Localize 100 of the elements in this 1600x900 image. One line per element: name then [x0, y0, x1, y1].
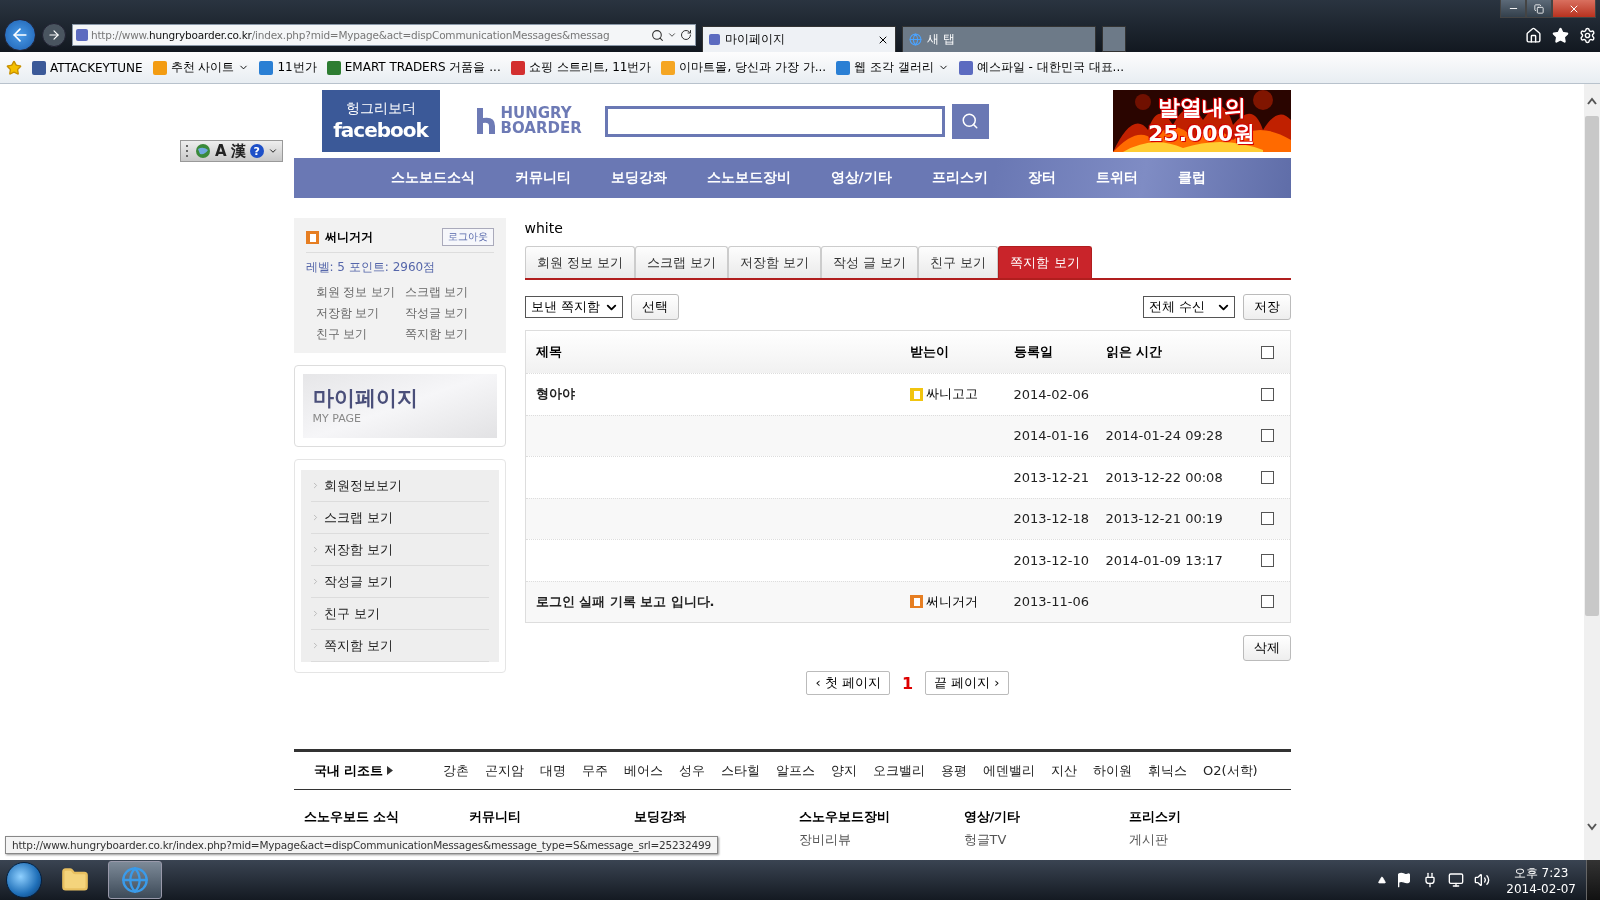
- menu-item[interactable]: 작성글 보기: [310, 566, 489, 598]
- resort-link[interactable]: 무주: [582, 761, 609, 780]
- favorite-link[interactable]: 11번가: [277, 59, 317, 76]
- nav-link[interactable]: 보딩강좌: [610, 169, 667, 187]
- resort-link[interactable]: 하이원: [1093, 761, 1133, 780]
- menu-item[interactable]: 쪽지함 보기: [310, 630, 489, 662]
- checkbox[interactable]: [1261, 512, 1274, 526]
- resort-link[interactable]: 대명: [540, 761, 567, 780]
- new-tab-button[interactable]: [1102, 26, 1126, 52]
- checkbox[interactable]: [1261, 470, 1274, 484]
- checkbox[interactable]: [1261, 345, 1274, 359]
- star-icon[interactable]: [1552, 26, 1569, 44]
- tab[interactable]: 쪽지함 보기: [998, 246, 1092, 278]
- resort-link[interactable]: O2(서학): [1203, 761, 1258, 780]
- nav-link[interactable]: 커뮤니티: [514, 169, 571, 187]
- nav-link[interactable]: 스노보드장비: [706, 169, 791, 187]
- favorite-link[interactable]: ATTACKEYTUNE: [50, 60, 143, 75]
- start-button[interactable]: [6, 862, 42, 898]
- tray-expand-icon[interactable]: [1378, 876, 1387, 884]
- settings-icon[interactable]: [1579, 26, 1596, 44]
- tab[interactable]: 저장함 보기: [727, 246, 822, 278]
- checkbox[interactable]: [1261, 553, 1274, 567]
- close-button[interactable]: [1552, 0, 1596, 18]
- resort-link[interactable]: 강촌: [443, 761, 470, 780]
- help-button[interactable]: ?: [249, 144, 264, 158]
- message-title[interactable]: 로그인 실패 기록 보고 입니다.: [535, 592, 910, 611]
- menu-item[interactable]: 회원정보보기: [310, 470, 489, 502]
- input-mode-button[interactable]: 漢: [230, 141, 246, 161]
- favorite-link[interactable]: 추천 사이트: [170, 59, 235, 76]
- menu-item[interactable]: 스크랩 보기: [310, 502, 489, 534]
- profile-link[interactable]: 친구 보기: [315, 326, 405, 343]
- search-button[interactable]: [951, 103, 989, 139]
- resort-link[interactable]: 양지: [831, 761, 858, 780]
- tab[interactable]: 스크랩 보기: [634, 246, 728, 278]
- facebook-logo[interactable]: 헝그리보더 facebook: [321, 90, 440, 152]
- resort-link[interactable]: 스타힐: [721, 761, 761, 780]
- back-button[interactable]: [4, 19, 36, 51]
- browser-tab[interactable]: 마이페이지: [702, 26, 896, 52]
- footer-link[interactable]: 헝글TV: [963, 831, 1129, 849]
- profile-link[interactable]: 스크랩 보기: [404, 284, 494, 301]
- resort-link[interactable]: 알프스: [776, 761, 816, 780]
- folder-select[interactable]: 보낸 쪽지함: [524, 296, 623, 318]
- profile-link[interactable]: 회원 정보 보기: [315, 284, 405, 301]
- delete-button[interactable]: 삭제: [1242, 635, 1291, 661]
- show-desktop-button[interactable]: [1586, 860, 1600, 900]
- nav-link[interactable]: 클럽: [1177, 169, 1206, 187]
- site-logo[interactable]: HUNGRY BOARDER: [474, 106, 582, 136]
- checkbox[interactable]: [1261, 429, 1274, 443]
- home-icon[interactable]: [1525, 26, 1542, 44]
- favorite-link[interactable]: 이마트몰, 당신과 가장 가...: [679, 59, 827, 76]
- footer-heading[interactable]: 스노우보드 소식: [303, 808, 469, 826]
- ad-banner[interactable]: 발열내의 25.000원: [1112, 90, 1291, 152]
- footer-heading[interactable]: 프리스키: [1128, 808, 1294, 826]
- flag-icon[interactable]: [1396, 872, 1413, 888]
- page-number[interactable]: 1: [901, 673, 914, 693]
- browser-tab[interactable]: 새 탭: [902, 26, 1096, 52]
- footer-heading[interactable]: 영상/기타: [963, 808, 1129, 826]
- footer-heading[interactable]: 커뮤니티: [468, 808, 634, 826]
- clock[interactable]: 오후 7:23 2014-02-07: [1506, 864, 1576, 896]
- select-button[interactable]: 선택: [630, 294, 679, 320]
- footer-heading[interactable]: 보딩강좌: [633, 808, 799, 826]
- receiver-cell[interactable]: 써니거거: [909, 592, 1014, 611]
- forward-button[interactable]: [42, 23, 66, 47]
- resort-link[interactable]: 용평: [941, 761, 968, 780]
- nav-link[interactable]: 스노보드소식: [390, 169, 475, 187]
- resort-link[interactable]: 오크밸리: [873, 761, 926, 780]
- address-field[interactable]: http://www.hungryboarder.co.kr/index.php?mid=Mypage&act=dispCommunicationMessages&messag: [72, 24, 696, 46]
- resort-link[interactable]: 에덴밸리: [983, 761, 1036, 780]
- search-icon[interactable]: [651, 28, 664, 42]
- tab[interactable]: 회원 정보 보기: [524, 246, 635, 278]
- favorite-link[interactable]: 예스파일 - 대한민국 대표...: [976, 59, 1124, 76]
- logout-button[interactable]: 로그아웃: [441, 228, 494, 246]
- profile-link[interactable]: 쪽지함 보기: [404, 326, 494, 343]
- save-button[interactable]: 저장: [1242, 294, 1291, 320]
- menu-item[interactable]: 친구 보기: [310, 598, 489, 630]
- options-icon[interactable]: [267, 146, 278, 156]
- resort-link[interactable]: 성우: [679, 761, 706, 780]
- restore-button[interactable]: [1526, 0, 1552, 18]
- footer-heading[interactable]: 스노우보드장비: [798, 808, 964, 826]
- checkbox[interactable]: [1261, 387, 1274, 401]
- favorite-link[interactable]: 쇼핑 스트리트, 11번가: [528, 59, 652, 76]
- menu-item[interactable]: 저장함 보기: [310, 534, 489, 566]
- search-field[interactable]: [604, 105, 945, 137]
- favorite-link[interactable]: 웹 조각 갤러리: [854, 59, 934, 76]
- profile-link[interactable]: 작성글 보기: [404, 305, 494, 322]
- receiver-cell[interactable]: 싸니고고: [909, 385, 1014, 404]
- scrollbar[interactable]: [1584, 84, 1600, 860]
- resort-link[interactable]: 휘닉스: [1148, 761, 1188, 780]
- tab[interactable]: 친구 보기: [918, 246, 999, 278]
- network-icon[interactable]: [1448, 872, 1465, 888]
- nav-link[interactable]: 장터: [1027, 169, 1056, 187]
- checkbox[interactable]: [1261, 595, 1274, 609]
- footer-link[interactable]: 장비리뷰: [798, 831, 964, 849]
- message-title[interactable]: 형아야: [535, 385, 910, 404]
- resort-link[interactable]: 곤지암: [485, 761, 525, 780]
- nav-link[interactable]: 프리스키: [931, 169, 988, 187]
- input-mode-button[interactable]: A: [215, 142, 227, 160]
- favorite-link[interactable]: EMART TRADERS 거품을 ...: [344, 59, 501, 76]
- footer-link[interactable]: 게시판: [1128, 831, 1294, 849]
- volume-icon[interactable]: [1474, 872, 1491, 888]
